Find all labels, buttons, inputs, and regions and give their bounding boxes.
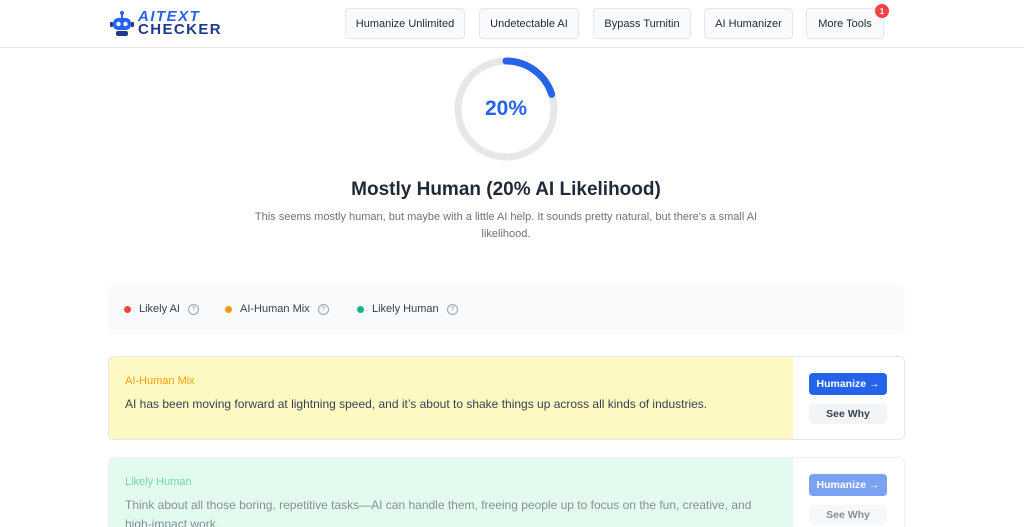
nav-bypass-turnitin[interactable]: Bypass Turnitin (593, 8, 691, 39)
legend-label: Likely Human (372, 303, 439, 315)
logo-wordmark: AITEXT CHECKER (138, 8, 222, 38)
nav-more-tools-label: More Tools (818, 17, 872, 30)
sentence-tag: AI-Human Mix (125, 375, 195, 387)
nav-undetectable-ai[interactable]: Undetectable AI (479, 8, 579, 39)
legend-dot-green (357, 305, 364, 313)
legend-likely-ai: Likely AI ? (124, 303, 199, 315)
sentence-text: AI has been moving forward at lightning … (125, 397, 708, 411)
sentence-card: Likely Human Think about all those borin… (108, 457, 905, 527)
legend-label: Likely AI (139, 303, 180, 315)
gauge-percent: 20% (484, 97, 528, 120)
sentence-actions: Humanize → See Why (793, 458, 904, 527)
nav-more-tools[interactable]: More Tools 1 (806, 4, 889, 39)
sentence-card: AI-Human Mix AI has been moving forward … (108, 356, 905, 440)
see-why-button[interactable]: See Why (809, 505, 887, 525)
see-why-button[interactable]: See Why (809, 404, 887, 424)
nav-ai-humanizer[interactable]: AI Humanizer (704, 8, 793, 39)
site-logo[interactable]: AITEXT CHECKER (110, 9, 240, 39)
result-title: Mostly Human (20% AI Likelihood) (351, 179, 661, 200)
notification-badge: 1 (875, 4, 889, 18)
help-icon[interactable]: ? (446, 303, 458, 315)
legend-ai-human-mix: AI-Human Mix ? (225, 303, 329, 315)
help-icon[interactable]: ? (187, 303, 199, 315)
sentence-card-body: Likely Human Think about all those borin… (109, 458, 795, 527)
legend-label: AI-Human Mix (240, 303, 310, 315)
classification-legend: Likely AI ? AI-Human Mix ? Likely Human … (108, 285, 905, 334)
nav-humanize-unlimited[interactable]: Humanize Unlimited (345, 8, 465, 39)
sentence-tag: Likely Human (125, 476, 192, 488)
top-header: AITEXT CHECKER Humanize Unlimited Undete… (0, 0, 1024, 48)
humanize-button[interactable]: Humanize → (809, 373, 887, 395)
help-icon[interactable]: ? (317, 303, 329, 315)
sentence-text: Think about all those boring, repetitive… (125, 498, 752, 527)
legend-dot-red (124, 305, 131, 313)
legend-likely-human: Likely Human ? (357, 303, 458, 315)
humanize-button[interactable]: Humanize → (809, 474, 887, 496)
robot-logo-icon (110, 11, 134, 36)
sentence-actions: Humanize → See Why (793, 357, 904, 439)
legend-dot-orange (225, 305, 232, 313)
sentence-card-body: AI-Human Mix AI has been moving forward … (109, 357, 795, 439)
result-description: This seems mostly human, but maybe with … (254, 211, 758, 240)
